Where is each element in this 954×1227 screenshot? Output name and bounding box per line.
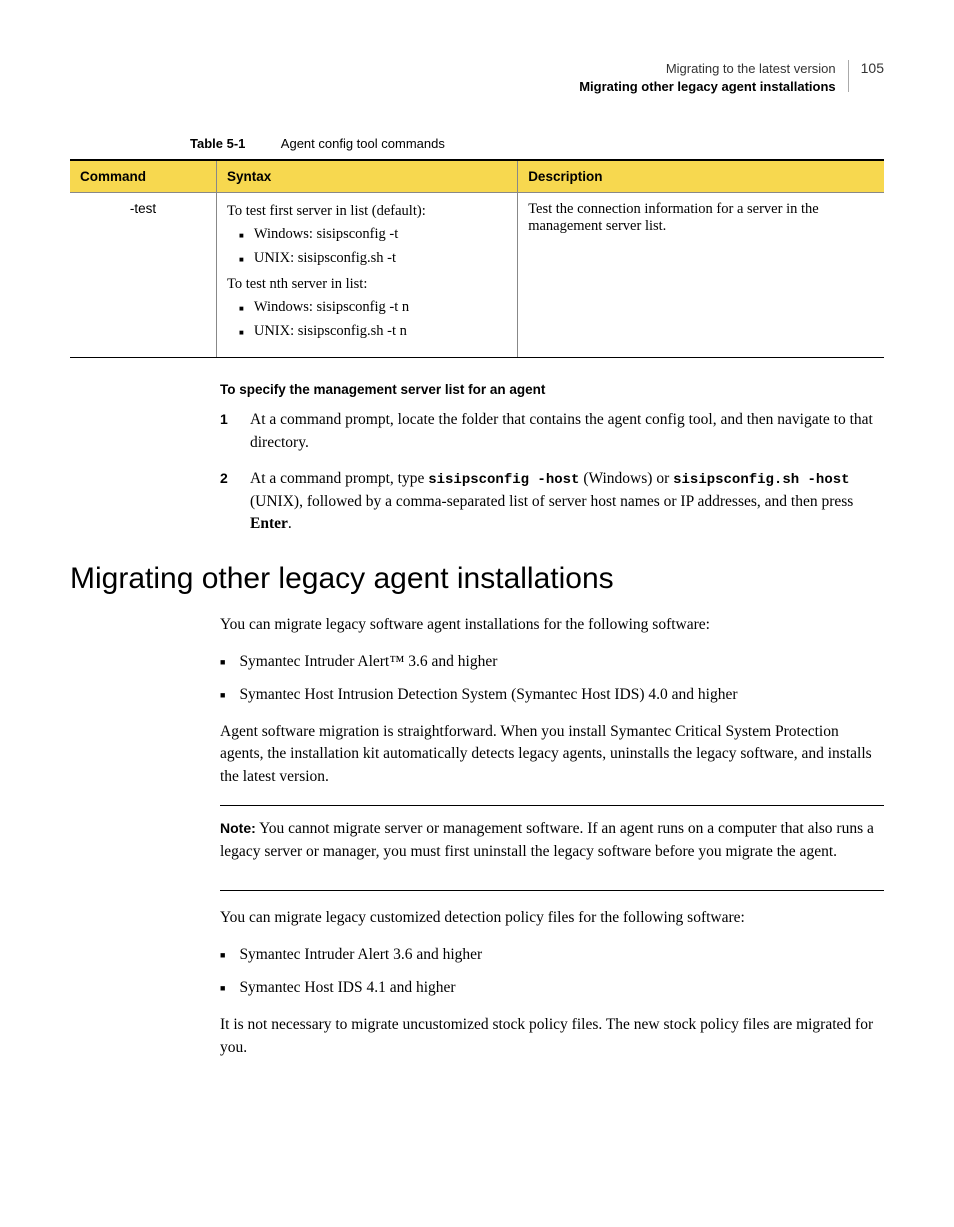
commands-table: Command Syntax Description -test To test… [70,159,884,358]
cell-description: Test the connection information for a se… [518,193,884,358]
procedure-title: To specify the management server list fo… [220,382,884,397]
list-item: UNIX: sisipsconfig.sh -t n [227,321,507,345]
section-heading: Migrating other legacy agent installatio… [70,562,884,596]
syntax-intro-1: To test first server in list (default): [227,203,507,220]
procedure: To specify the management server list fo… [220,382,884,535]
list-item: UNIX: sisipsconfig.sh -t [227,248,507,272]
step-text: At a command prompt, locate the folder t… [250,409,884,454]
key-name: Enter [250,515,288,532]
list-item: Symantec Intruder Alert 3.6 and higher [220,944,884,967]
running-head-section: Migrating other legacy agent installatio… [579,78,835,96]
col-header-description: Description [518,160,884,193]
paragraph: You can migrate legacy software agent in… [220,614,884,637]
col-header-command: Command [70,160,217,193]
table-caption: Table 5-1 Agent config tool commands [190,136,884,151]
list-item: Symantec Host IDS 4.1 and higher [220,977,884,1000]
step-number: 2 [220,468,232,535]
header-divider [848,60,849,92]
running-head-chapter: Migrating to the latest version [579,60,835,78]
paragraph: It is not necessary to migrate uncustomi… [220,1014,884,1060]
page-header: Migrating to the latest version Migratin… [70,60,884,96]
note-text: You cannot migrate server or management … [220,820,874,860]
cell-syntax: To test first server in list (default): … [217,193,518,358]
table-caption-text: Agent config tool commands [281,136,445,151]
list-item: Symantec Host Intrusion Detection System… [220,684,884,707]
note-paragraph: Note: You cannot migrate server or manag… [220,818,884,864]
col-header-syntax: Syntax [217,160,518,193]
note-block: Note: You cannot migrate server or manag… [220,805,884,891]
code-inline: sisipsconfig.sh -host [673,472,849,488]
paragraph: You can migrate legacy customized detect… [220,907,884,930]
step-text: At a command prompt, type sisipsconfig -… [250,468,884,535]
header-text: Migrating to the latest version Migratin… [579,60,835,96]
step-number: 1 [220,409,232,454]
code-inline: sisipsconfig -host [428,472,579,488]
table-row: -test To test first server in list (defa… [70,193,884,358]
paragraph: Agent software migration is straightforw… [220,721,884,790]
procedure-step: 1 At a command prompt, locate the folder… [220,409,884,454]
note-label: Note: [220,820,256,836]
table-label: Table 5-1 [190,136,245,151]
list-item: Symantec Intruder Alert™ 3.6 and higher [220,651,884,674]
syntax-intro-2: To test nth server in list: [227,276,507,293]
section-body: You can migrate legacy software agent in… [220,614,884,1060]
page-number: 105 [861,60,884,76]
list-item: Windows: sisipsconfig -t n [227,297,507,321]
list-item: Windows: sisipsconfig -t [227,224,507,248]
procedure-step: 2 At a command prompt, type sisipsconfig… [220,468,884,535]
cell-command: -test [70,193,217,358]
